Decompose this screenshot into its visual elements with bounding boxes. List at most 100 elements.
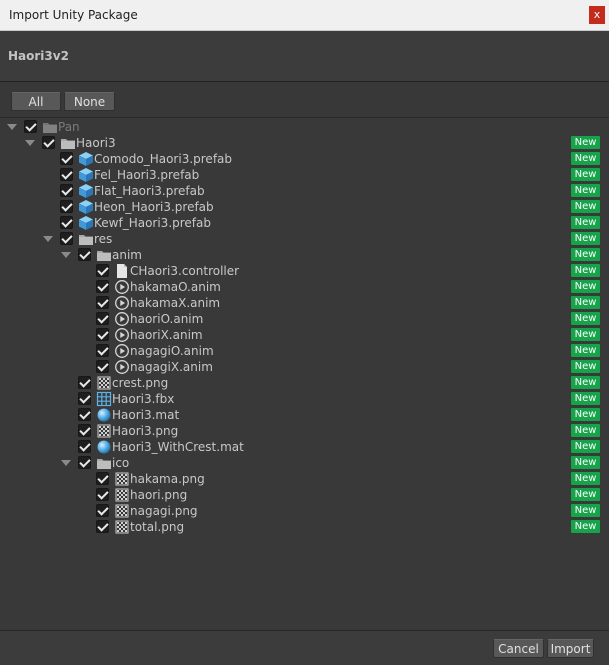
title-bar: Import Unity Package x xyxy=(0,0,609,31)
texture-icon xyxy=(114,471,130,487)
new-badge: New xyxy=(571,440,600,453)
tree-row[interactable]: Comodo_Haori3.prefab New xyxy=(0,151,609,167)
anim-icon xyxy=(114,343,130,359)
anim-icon xyxy=(114,327,130,343)
anim-icon xyxy=(114,359,130,375)
new-badge: New xyxy=(571,168,600,181)
include-checkbox[interactable] xyxy=(78,408,91,421)
include-checkbox[interactable] xyxy=(60,216,73,229)
tree-row[interactable]: Haori3 New xyxy=(0,135,609,151)
tree-item-label: CHaori3.controller xyxy=(130,264,240,278)
cancel-button[interactable]: Cancel xyxy=(493,639,544,658)
include-checkbox[interactable] xyxy=(96,328,109,341)
tree-row[interactable]: haori.png New xyxy=(0,487,609,503)
tree-row[interactable]: Haori3.fbx New xyxy=(0,391,609,407)
expand-arrow-icon[interactable] xyxy=(61,460,71,466)
include-checkbox[interactable] xyxy=(96,280,109,293)
tree-row[interactable]: hakama.png New xyxy=(0,471,609,487)
new-badge: New xyxy=(571,504,600,517)
tree-row[interactable]: Haori3.mat New xyxy=(0,407,609,423)
tree-row[interactable]: crest.png New xyxy=(0,375,609,391)
prefab-icon xyxy=(78,183,94,199)
include-checkbox[interactable] xyxy=(78,392,91,405)
expand-arrow-icon[interactable] xyxy=(7,124,17,130)
new-badge: New xyxy=(571,376,600,389)
tree-row[interactable]: Heon_Haori3.prefab New xyxy=(0,199,609,215)
tree-row[interactable]: nagagiO.anim New xyxy=(0,343,609,359)
tree-item-label: haoriX.anim xyxy=(130,328,203,342)
tree-item-label: Pan xyxy=(58,120,80,134)
include-checkbox[interactable] xyxy=(96,504,109,517)
select-none-button[interactable]: None xyxy=(64,92,115,111)
include-checkbox[interactable] xyxy=(60,152,73,165)
tree-row[interactable]: hakamaX.anim New xyxy=(0,295,609,311)
include-checkbox[interactable] xyxy=(42,136,55,149)
tree-row[interactable]: Fel_Haori3.prefab New xyxy=(0,167,609,183)
tree-item-label: Haori3.mat xyxy=(112,408,180,422)
include-checkbox[interactable] xyxy=(96,488,109,501)
include-checkbox[interactable] xyxy=(78,424,91,437)
tree-row[interactable]: res New xyxy=(0,231,609,247)
import-button[interactable]: Import xyxy=(547,639,594,658)
folder-icon xyxy=(60,135,76,151)
include-checkbox[interactable] xyxy=(24,120,37,133)
include-checkbox[interactable] xyxy=(78,376,91,389)
tree-row[interactable]: nagagiX.anim New xyxy=(0,359,609,375)
include-checkbox[interactable] xyxy=(78,440,91,453)
include-checkbox[interactable] xyxy=(60,200,73,213)
prefab-icon xyxy=(78,215,94,231)
new-badge: New xyxy=(571,408,600,421)
tree-item-label: Kewf_Haori3.prefab xyxy=(94,216,211,230)
tree-row[interactable]: CHaori3.controller New xyxy=(0,263,609,279)
tree-item-label: anim xyxy=(112,248,142,262)
tree-row[interactable]: Flat_Haori3.prefab New xyxy=(0,183,609,199)
expand-arrow-icon[interactable] xyxy=(61,252,71,258)
include-checkbox[interactable] xyxy=(60,232,73,245)
tree-item-label: nagagi.png xyxy=(130,504,198,518)
include-checkbox[interactable] xyxy=(78,248,91,261)
tree-row[interactable]: total.png New xyxy=(0,519,609,535)
tree-item-label: hakama.png xyxy=(130,472,205,486)
expand-arrow-icon[interactable] xyxy=(43,236,53,242)
tree-item-label: Haori3.fbx xyxy=(112,392,175,406)
tree-item-label: Fel_Haori3.prefab xyxy=(94,168,200,182)
tree-item-label: total.png xyxy=(130,520,185,534)
new-badge: New xyxy=(571,488,600,501)
new-badge: New xyxy=(571,328,600,341)
include-checkbox[interactable] xyxy=(96,264,109,277)
include-checkbox[interactable] xyxy=(96,296,109,309)
texture-icon xyxy=(114,503,130,519)
include-checkbox[interactable] xyxy=(96,344,109,357)
tree-row[interactable]: ico New xyxy=(0,455,609,471)
new-badge: New xyxy=(571,312,600,325)
anim-icon xyxy=(114,311,130,327)
include-checkbox[interactable] xyxy=(96,312,109,325)
include-checkbox[interactable] xyxy=(60,168,73,181)
select-all-button[interactable]: All xyxy=(11,92,61,111)
include-checkbox[interactable] xyxy=(96,360,109,373)
expand-arrow-icon[interactable] xyxy=(25,140,35,146)
tree-row[interactable]: Pan xyxy=(0,119,609,135)
tree-row[interactable]: Kewf_Haori3.prefab New xyxy=(0,215,609,231)
tree-row[interactable]: anim New xyxy=(0,247,609,263)
mesh-icon xyxy=(96,391,112,407)
new-badge: New xyxy=(571,184,600,197)
close-button[interactable]: x xyxy=(589,6,605,24)
include-checkbox[interactable] xyxy=(60,184,73,197)
tree-row[interactable]: haoriX.anim New xyxy=(0,327,609,343)
texture-icon xyxy=(114,519,130,535)
new-badge: New xyxy=(571,296,600,309)
include-checkbox[interactable] xyxy=(96,472,109,485)
texture-icon xyxy=(114,487,130,503)
include-checkbox[interactable] xyxy=(78,456,91,469)
tree-row[interactable]: haoriO.anim New xyxy=(0,311,609,327)
tree-row[interactable]: hakamaO.anim New xyxy=(0,279,609,295)
new-badge: New xyxy=(571,200,600,213)
tree-row[interactable]: nagagi.png New xyxy=(0,503,609,519)
material-icon xyxy=(96,407,112,423)
new-badge: New xyxy=(571,232,600,245)
include-checkbox[interactable] xyxy=(96,520,109,533)
tree-item-label: haoriO.anim xyxy=(130,312,204,326)
tree-row[interactable]: Haori3_WithCrest.mat New xyxy=(0,439,609,455)
tree-row[interactable]: Haori3.png New xyxy=(0,423,609,439)
